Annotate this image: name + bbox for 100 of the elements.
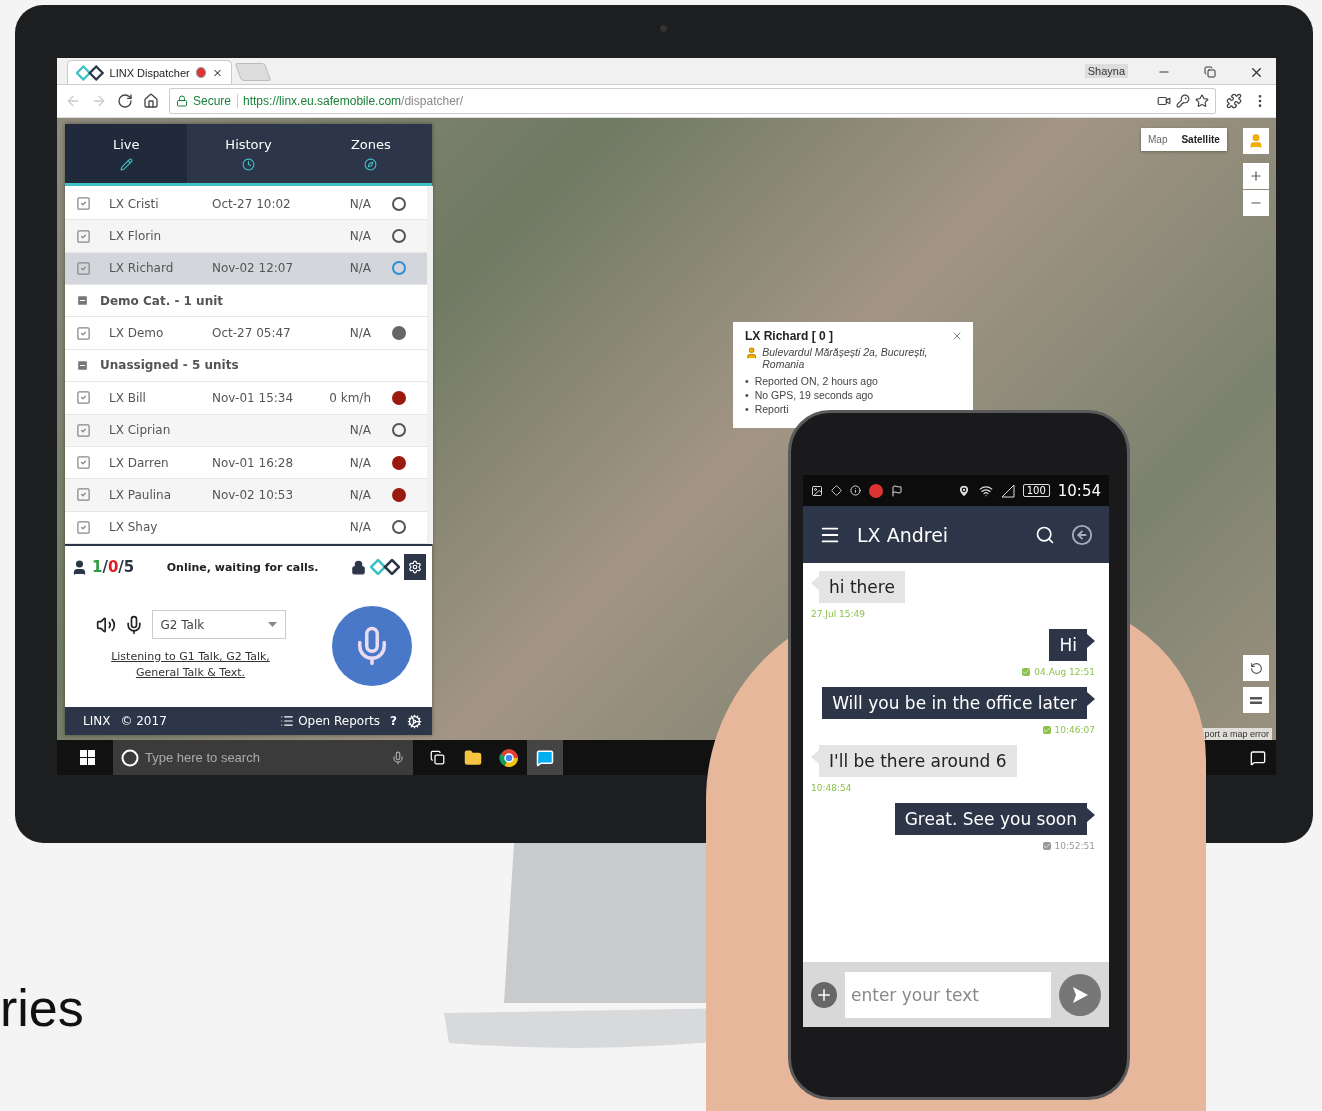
unit-row[interactable]: LX Ciprian N/A <box>65 414 427 447</box>
plus-icon <box>1249 169 1263 183</box>
camera-icon[interactable] <box>1157 94 1171 108</box>
unit-time: Oct-27 05:47 <box>212 326 292 341</box>
speech-bubble-icon <box>536 748 554 767</box>
unit-time: Oct-27 10:02 <box>212 196 292 211</box>
checked-checkbox-icon[interactable] <box>76 390 92 406</box>
map-type-button[interactable]: Satellite <box>1174 128 1227 151</box>
key-icon[interactable] <box>1176 94 1190 108</box>
unit-name: LX Richard <box>109 261 175 276</box>
list-icon <box>280 714 295 728</box>
unit-speed: N/A <box>348 326 371 341</box>
image-icon <box>811 484 823 497</box>
folder-drawing-icon <box>464 748 482 767</box>
close-icon[interactable] <box>951 330 963 342</box>
checked-checkbox-icon[interactable] <box>76 519 92 535</box>
reload-icon[interactable] <box>117 93 133 109</box>
report-map-error-link[interactable]: port a map error <box>1201 728 1272 740</box>
unit-speed: N/A <box>348 229 371 244</box>
checked-checkbox-icon[interactable] <box>76 228 92 244</box>
unit-row[interactable]: LX Richard Nov-02 12:07 N/A <box>65 252 427 286</box>
panel-tab[interactable]: Zones <box>309 124 432 183</box>
home-icon[interactable] <box>143 93 159 109</box>
unit-name: LX Florin <box>109 229 163 244</box>
unit-row[interactable]: LX Demo Oct-27 05:47 N/A <box>65 317 427 350</box>
popup-address: Bulevardul Mărășești 2a, București, Romania <box>762 346 929 370</box>
help-link[interactable]: ? <box>390 714 397 728</box>
app-notification-icon <box>869 483 883 498</box>
checked-checkbox-icon[interactable] <box>76 325 92 341</box>
scrollbar[interactable] <box>427 186 433 544</box>
bullet-mark: • <box>745 388 749 402</box>
settings-icon[interactable] <box>407 713 422 729</box>
checked-checkbox-icon[interactable] <box>76 487 92 503</box>
microphone-icon <box>391 750 405 765</box>
diamond-icon <box>831 485 842 496</box>
gear-icon <box>408 560 422 574</box>
message-time: 27.Jul 15:49 <box>811 609 865 619</box>
speaker-icon[interactable] <box>95 614 116 635</box>
star-icon[interactable] <box>1195 94 1209 108</box>
tilt-button[interactable] <box>1243 687 1269 713</box>
open-reports-link[interactable]: Open Reports <box>280 714 381 728</box>
chat-app-icon[interactable] <box>527 740 563 775</box>
panel-tab[interactable]: History <box>187 124 310 183</box>
unit-speed: N/A <box>348 261 371 276</box>
tab-title: LINX Dispatcher <box>109 66 190 79</box>
back-button[interactable] <box>1071 523 1093 546</box>
settings-button[interactable] <box>404 554 426 580</box>
diamond-logo-icon <box>370 559 400 575</box>
diamond-logo-icon <box>76 64 104 81</box>
bullet-mark: • <box>745 402 749 416</box>
unit-row[interactable]: LX Darren Nov-01 16:28 N/A <box>65 446 427 480</box>
map-type-button[interactable]: Map <box>1141 128 1175 151</box>
group-label: Unassigned - 5 units <box>100 358 239 373</box>
extension-icon[interactable] <box>1226 93 1242 109</box>
listening-link[interactable]: Listening to G1 Talk, G2 Talk, General Talk & Text. <box>100 649 281 681</box>
message-time: 10:46:07 <box>1054 725 1095 735</box>
unit-row[interactable]: LX Shay N/A <box>65 511 427 544</box>
search-button[interactable] <box>1035 524 1055 545</box>
caption-text: ries <box>0 978 84 1038</box>
unit-row[interactable]: LX Florin N/A <box>65 220 427 253</box>
wifi-icon <box>978 483 993 498</box>
sent-message: Great. See you soon <box>894 803 1095 835</box>
received-message: hi there <box>811 571 905 603</box>
unit-time: Nov-01 16:28 <box>212 455 295 470</box>
message-input-field[interactable]: enter your text <box>845 971 1051 1018</box>
unit-name: LX Ciprian <box>109 423 172 438</box>
unit-name: LX Bill <box>109 390 147 405</box>
connection-status: Online, waiting for calls. <box>165 560 320 574</box>
copyright-label: © 2017 <box>120 714 167 728</box>
panel-tab[interactable]: Live <box>65 124 188 183</box>
unit-row[interactable]: LX Cristi Oct-27 10:02 N/A <box>65 188 427 221</box>
browser-tab[interactable]: LINX Dispatcher <box>67 60 232 84</box>
zoom-out-button[interactable] <box>1243 190 1269 216</box>
url-text: https://linx.eu.safemobile.com/dispatcher/ <box>243 94 464 108</box>
group-row[interactable]: Demo Cat. - 1 unit <box>65 285 427 318</box>
unit-row[interactable]: LX Paulina Nov-02 10:53 N/A <box>65 479 427 512</box>
zoom-in-button[interactable] <box>1243 163 1269 189</box>
checked-checkbox-icon[interactable] <box>76 455 92 471</box>
lock-icon <box>176 95 188 107</box>
add-button[interactable] <box>811 981 837 1008</box>
unit-row[interactable]: LX Bill Nov-01 15:34 0 km/h <box>65 382 427 415</box>
message-time: 10:48:54 <box>811 783 852 793</box>
popup-title: LX Richard [ 0 ] <box>745 329 833 343</box>
battery-level: 100 <box>1022 484 1050 497</box>
squares-icon <box>429 750 445 765</box>
profile-button[interactable]: Shayna <box>1084 64 1128 78</box>
send-button[interactable] <box>1059 973 1101 1016</box>
unit-name: LX Darren <box>109 455 170 470</box>
signal-icon <box>1000 483 1015 498</box>
checked-checkbox-icon[interactable] <box>76 422 92 438</box>
caret-icon <box>267 622 277 627</box>
search-icon <box>1035 524 1055 545</box>
group-row[interactable]: Unassigned - 5 units <box>65 349 427 383</box>
address-field[interactable]: Secure https://linx.eu.safemobile.com/dispatcher/ <box>169 88 1216 114</box>
rotate-button[interactable] <box>1243 655 1269 681</box>
checked-checkbox-icon[interactable] <box>76 196 92 212</box>
talkgroup-dropdown[interactable]: G2 Talk <box>151 610 286 639</box>
checked-checkbox-icon[interactable] <box>76 260 92 276</box>
message-time: 04.Aug 12:51 <box>1034 667 1095 677</box>
taskbar-search-field[interactable]: Type here to search <box>113 740 413 775</box>
